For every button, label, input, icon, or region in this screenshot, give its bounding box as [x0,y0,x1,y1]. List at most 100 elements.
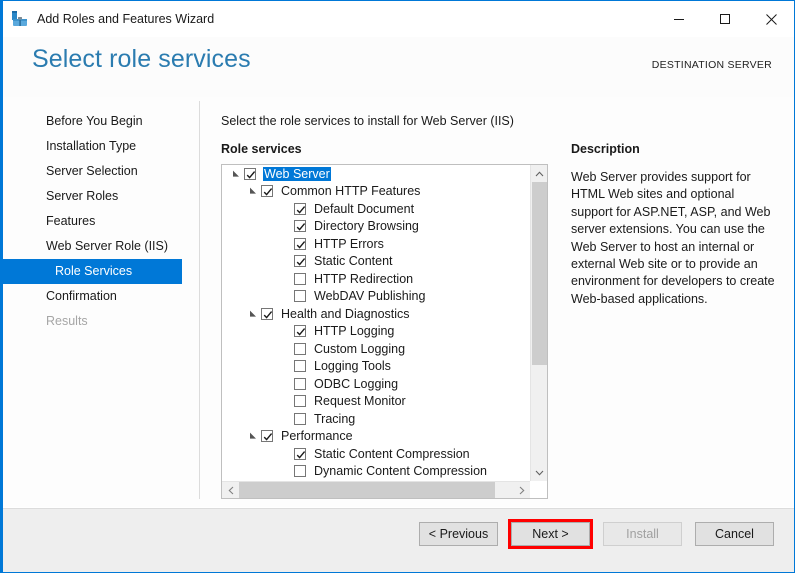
minimize-button[interactable] [656,1,702,37]
expand-collapse-icon[interactable] [245,187,261,195]
scroll-down-icon[interactable] [531,464,548,481]
expand-collapse-icon[interactable] [245,432,261,440]
tree-item-checkbox[interactable] [261,430,273,442]
button-label: Next > [532,527,568,541]
minimize-icon [673,13,685,25]
role-services-tree[interactable]: Web Server Common HTTP Features Default Do… [221,164,548,499]
tree-item-checkbox[interactable] [294,273,306,285]
destination-server-block: DESTINATION SERVER [652,59,772,84]
tree-item[interactable]: Tracing [222,410,530,428]
button-label: < Previous [429,527,488,541]
cancel-button[interactable]: Cancel [695,522,774,546]
maximize-icon [719,13,731,25]
tree-item-checkbox[interactable] [261,308,273,320]
tree-item-checkbox[interactable] [294,343,306,355]
tree-item[interactable]: Request Monitor [222,393,530,411]
highlight-annotation-box: Next > [508,519,593,549]
tree-item[interactable]: Logging Tools [222,358,530,376]
tree-item[interactable]: Performance [222,428,530,446]
tree-item[interactable]: Web Server [222,165,530,183]
tree-item-label: Web Server [263,167,331,181]
sidebar-item-server-roles[interactable]: Server Roles [3,184,199,209]
sidebar-item-installation-type[interactable]: Installation Type [3,134,199,159]
tree-item-label: Common HTTP Features [280,184,421,198]
tree-item-checkbox[interactable] [294,238,306,250]
tree-item-label: ODBC Logging [313,377,399,391]
sidebar-item-confirmation[interactable]: Confirmation [3,284,199,309]
maximize-button[interactable] [702,1,748,37]
nav-separator [199,101,200,499]
tree-item-checkbox[interactable] [294,290,306,302]
destination-server-label: DESTINATION SERVER [652,59,772,71]
tree-item-checkbox[interactable] [294,255,306,267]
sidebar-item-server-selection[interactable]: Server Selection [3,159,199,184]
expand-collapse-icon[interactable] [228,170,244,178]
tree-item-checkbox[interactable] [294,448,306,460]
tree-vertical-scrollbar[interactable] [530,165,547,481]
tree-item[interactable]: Default Document [222,200,530,218]
tree-item-checkbox[interactable] [294,413,306,425]
tree-item[interactable]: HTTP Logging [222,323,530,341]
next-button[interactable]: Next > [511,522,590,546]
button-label: Install [626,527,659,541]
tree-horizontal-scrollbar[interactable] [222,481,530,498]
destination-server-name [652,71,772,84]
previous-button[interactable]: < Previous [419,522,498,546]
tree-item[interactable]: Static Content [222,253,530,271]
tree-item[interactable]: ODBC Logging [222,375,530,393]
description-title: Description [571,142,776,156]
scroll-right-icon[interactable] [513,482,530,499]
tree-item-checkbox[interactable] [261,185,273,197]
tree-item[interactable]: HTTP Errors [222,235,530,253]
sidebar-item-features[interactable]: Features [3,209,199,234]
tree-item-label: Default Document [313,202,415,216]
tree-item-label: HTTP Redirection [313,272,414,286]
tree-item-label: Custom Logging [313,342,406,356]
footer-bar: < Previous Next > Install Cancel [3,508,794,572]
tree-item[interactable]: WebDAV Publishing [222,288,530,306]
tree-item[interactable]: Static Content Compression [222,445,530,463]
title-bar: Add Roles and Features Wizard [3,1,794,37]
sidebar-item-role-services[interactable]: Role Services [3,259,182,284]
sidebar-item-before-you-begin[interactable]: Before You Begin [3,109,199,134]
wizard-window: Add Roles and Features Wizard Select rol… [0,0,795,573]
tree-item[interactable]: Dynamic Content Compression [222,463,530,481]
tree-item-label: Dynamic Content Compression [313,464,488,478]
sidebar-item-label: Server Roles [46,189,118,203]
tree-item[interactable]: Health and Diagnostics [222,305,530,323]
tree-item[interactable]: Custom Logging [222,340,530,358]
toolbox-icon [11,10,29,28]
description-text: Web Server provides support for HTML Web… [571,169,776,308]
footer-buttons: < Previous Next > Install Cancel [419,522,774,546]
tree-item[interactable]: HTTP Redirection [222,270,530,288]
sidebar-item-label: Features [46,214,95,228]
button-wrapper: Cancel [695,522,774,546]
description-panel: Description Web Server provides support … [571,142,776,308]
tree-item-label: Directory Browsing [313,219,420,233]
tree-item-checkbox[interactable] [294,220,306,232]
scroll-left-icon[interactable] [222,482,239,499]
horizontal-scroll-thumb[interactable] [239,482,495,498]
tree-item-checkbox[interactable] [294,325,306,337]
sidebar-item-label: Before You Begin [46,114,143,128]
tree-item-checkbox[interactable] [294,360,306,372]
tree-item-checkbox[interactable] [294,395,306,407]
tree-item-label: HTTP Logging [313,324,395,338]
tree-item-checkbox[interactable] [244,168,256,180]
page-title: Select role services [32,45,251,74]
tree-item-checkbox[interactable] [294,465,306,477]
close-icon [765,13,778,26]
tree-item-label: Tracing [313,412,356,426]
expand-collapse-icon[interactable] [245,310,261,318]
tree-item-checkbox[interactable] [294,203,306,215]
vertical-scroll-thumb[interactable] [532,182,547,365]
close-button[interactable] [748,1,794,37]
sidebar-item-label: Server Selection [46,164,138,178]
scroll-up-icon[interactable] [531,165,548,182]
tree-item[interactable]: Common HTTP Features [222,183,530,201]
sidebar-item-web-server-role-iis[interactable]: Web Server Role (IIS) [3,234,199,259]
tree-item[interactable]: Directory Browsing [222,218,530,236]
tree-item-checkbox[interactable] [294,378,306,390]
body-area: Before You Begin Installation Type Server … [3,97,794,507]
scrollbar-corner [530,481,547,498]
